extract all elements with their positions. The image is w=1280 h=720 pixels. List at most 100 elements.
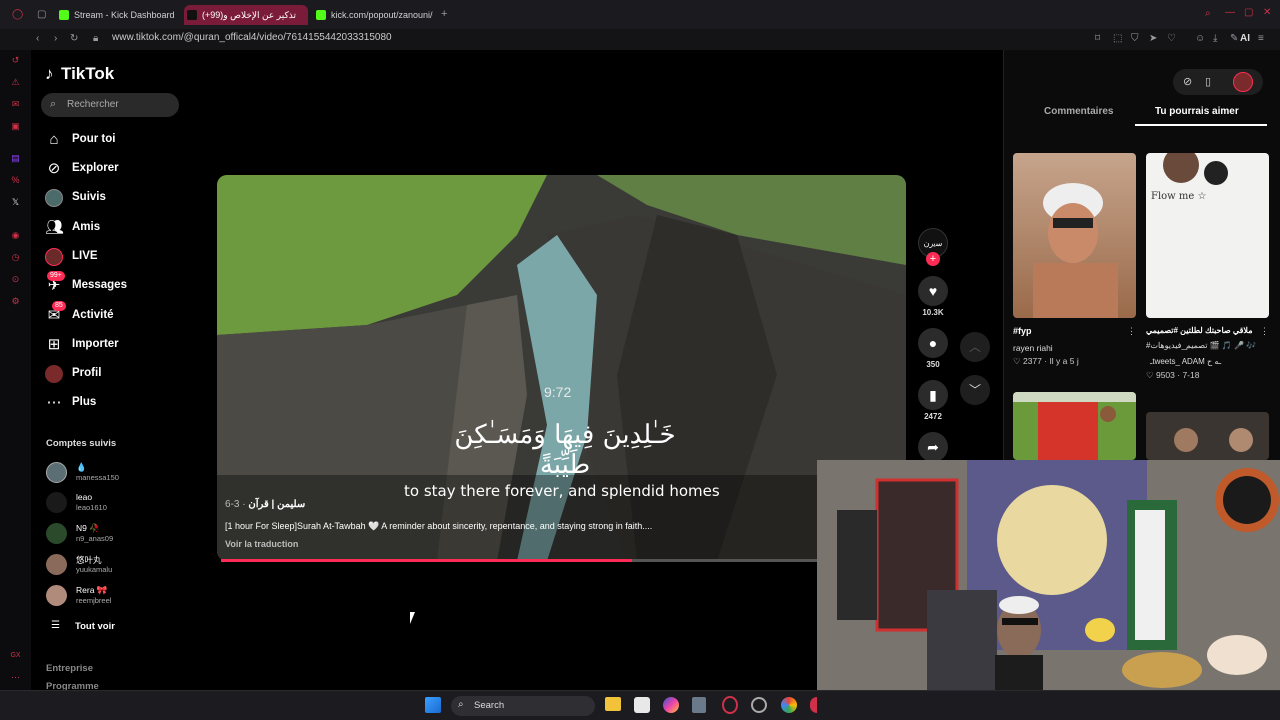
search-tabs-icon[interactable]: ⌕	[1205, 8, 1211, 19]
nav-explorer[interactable]: ⊘ Explorer	[45, 159, 195, 181]
search-input[interactable]: ⌕ Rechercher	[41, 93, 179, 117]
taskbar-search[interactable]: ⌕ Search	[451, 696, 595, 716]
webcam-overlay	[817, 460, 1280, 690]
back-icon[interactable]: ‹	[36, 33, 39, 44]
comment-button[interactable]: ● 350	[918, 328, 948, 369]
following-name: leao	[76, 492, 93, 502]
following-item[interactable]: N9 🥀 n9_anas09	[46, 523, 196, 545]
nav-messages[interactable]: ✈︎ 99+ Messages	[45, 271, 195, 298]
messenger-icon[interactable]: ✉	[10, 99, 21, 110]
nav-activite[interactable]: ✉︎ 85 Activité	[45, 301, 195, 328]
tab-tiktok-video[interactable]: (+99)تذكير عن الإخلاص و	[184, 5, 308, 25]
tab-kick-dashboard[interactable]: Stream - Kick Dashboard	[56, 5, 180, 25]
reload-icon[interactable]: ↻	[70, 33, 78, 44]
nav-plus[interactable]: ⋯ Plus	[45, 393, 195, 415]
previous-video-button[interactable]: ︿	[960, 332, 990, 362]
music-icon[interactable]: ▣	[10, 121, 21, 132]
following-item[interactable]: 悠叶丸 yuukamalu	[46, 554, 196, 576]
heart-icon[interactable]: ♡	[1167, 33, 1176, 44]
close-icon[interactable]: ✕	[1263, 7, 1271, 18]
file-explorer-icon[interactable]	[605, 697, 621, 711]
nav-importer[interactable]: ⊞ Importer	[45, 335, 195, 357]
more-dots-icon[interactable]: ⋯	[10, 672, 21, 683]
following-item[interactable]: 💧 manessa150	[46, 462, 196, 484]
more-options-icon[interactable]: ⋮	[1260, 326, 1269, 337]
clock-icon[interactable]: ◷	[10, 252, 21, 263]
share-button[interactable]: ➦	[918, 432, 948, 462]
footer-link-entreprise[interactable]: Entreprise	[46, 663, 93, 674]
box-icon[interactable]: ⊙	[10, 274, 21, 285]
tiktok-logo[interactable]: ♪ TikTok	[45, 64, 114, 84]
maximize-icon[interactable]: ▢	[1244, 7, 1253, 18]
twitch-icon[interactable]: ▤	[10, 153, 21, 164]
compass-icon[interactable]: ⊘	[1183, 75, 1192, 88]
bookmark-icon[interactable]: ⌑	[1095, 33, 1100, 44]
windows-start-icon[interactable]	[425, 697, 441, 713]
nav-profil[interactable]: Profil	[45, 364, 195, 386]
percent-icon[interactable]: %	[10, 175, 21, 186]
save-button[interactable]: ▮ 2472	[918, 380, 948, 421]
more-options-icon[interactable]: ⋮	[1127, 326, 1136, 337]
avatar[interactable]	[1233, 72, 1253, 92]
chevron-down-icon: ﹀	[968, 383, 981, 397]
x-icon[interactable]: 𝕏	[10, 197, 21, 208]
ai-button[interactable]: AI	[1240, 33, 1250, 44]
activity-badge: 85	[52, 301, 66, 311]
url-field[interactable]: www.tiktok.com/@quran_offical4/video/761…	[112, 32, 392, 43]
download-icon[interactable]: ⤓	[1213, 33, 1217, 44]
like-button[interactable]: ♥ 10.3K	[918, 276, 948, 317]
tiktok-favicon-icon	[187, 10, 197, 20]
card-title[interactable]: ملاقي صاحبتك لطلتين #تصميمي	[1146, 326, 1256, 335]
nav-live[interactable]: LIVE	[45, 247, 195, 269]
opera-gx-icon[interactable]	[722, 696, 738, 714]
steam-icon[interactable]	[751, 697, 767, 713]
video-thumbnail[interactable]	[1013, 153, 1136, 318]
next-video-button[interactable]: ﹀	[960, 375, 990, 405]
player-icon[interactable]: ◉	[10, 230, 21, 241]
menu-icon[interactable]: ≡	[1258, 33, 1264, 44]
aria-icon[interactable]: ⚠	[10, 77, 21, 88]
minimize-icon[interactable]: —	[1225, 7, 1235, 18]
see-translation-link[interactable]: Voir la traduction	[225, 539, 298, 549]
shield-icon[interactable]: ⛉	[1131, 33, 1139, 44]
calculator-icon[interactable]	[692, 697, 706, 713]
see-all-link[interactable]: Tout voir	[75, 621, 115, 632]
video-thumbnail[interactable]	[1013, 392, 1136, 460]
following-item[interactable]: leao leao1610	[46, 492, 196, 514]
chrome-icon[interactable]	[781, 697, 797, 713]
forward-icon[interactable]: ›	[54, 33, 57, 44]
device-icon[interactable]: ▯	[1205, 75, 1211, 88]
opera-logo-icon[interactable]: ◯	[12, 9, 23, 20]
nav-suivis[interactable]: Suivis	[45, 188, 195, 210]
video-thumbnail[interactable]	[1146, 412, 1269, 460]
tab-kick-popout[interactable]: kick.com/popout/zanouni/c	[313, 5, 433, 25]
video-thumbnail[interactable]: Flow me ☆	[1146, 153, 1269, 318]
nav-amis[interactable]: 👥︎ Amis	[45, 218, 195, 240]
video-player[interactable]	[217, 175, 906, 561]
opera-icon[interactable]	[810, 697, 817, 713]
gx-icon[interactable]: GX	[10, 650, 21, 661]
send-icon[interactable]: ➤	[1149, 33, 1157, 44]
extensions-icon[interactable]: ✎	[1230, 33, 1238, 44]
nav-pour-toi[interactable]: ⌂ Pour toi	[45, 130, 195, 152]
creator-avatar[interactable]: ﺳﯾﺭﻥ +	[918, 228, 948, 266]
video-author[interactable]: سليمن | قرآن · 3-6	[225, 499, 305, 510]
account-icon[interactable]: ☺	[1195, 33, 1205, 44]
settings-icon[interactable]: ⚙	[10, 296, 21, 307]
following-item[interactable]: Rera 🎀 reemjbreel	[46, 585, 196, 607]
new-tab-icon[interactable]: +	[441, 8, 447, 20]
card-user[interactable]: rayen riahi	[1013, 343, 1053, 353]
history-icon[interactable]: ↺	[10, 55, 21, 66]
tab-suggested[interactable]: Tu pourrais aimer	[1155, 106, 1239, 117]
card-user[interactable]: ـtweets_ ADAM ـه ح	[1150, 357, 1260, 366]
copilot-icon[interactable]	[663, 697, 679, 713]
english-subtitle: to stay there forever, and splendid home…	[404, 482, 720, 500]
snapshot-icon[interactable]: ⬚	[1113, 33, 1122, 44]
card-title[interactable]: #fyp	[1013, 326, 1032, 336]
video-progress-bar[interactable]	[221, 559, 817, 562]
following-name: N9 🥀	[76, 523, 100, 533]
thumbnail-image	[1174, 428, 1253, 452]
store-icon[interactable]	[634, 697, 650, 713]
tab-comments[interactable]: Commentaires	[1044, 106, 1113, 117]
messages-badge: 99+	[47, 271, 65, 281]
